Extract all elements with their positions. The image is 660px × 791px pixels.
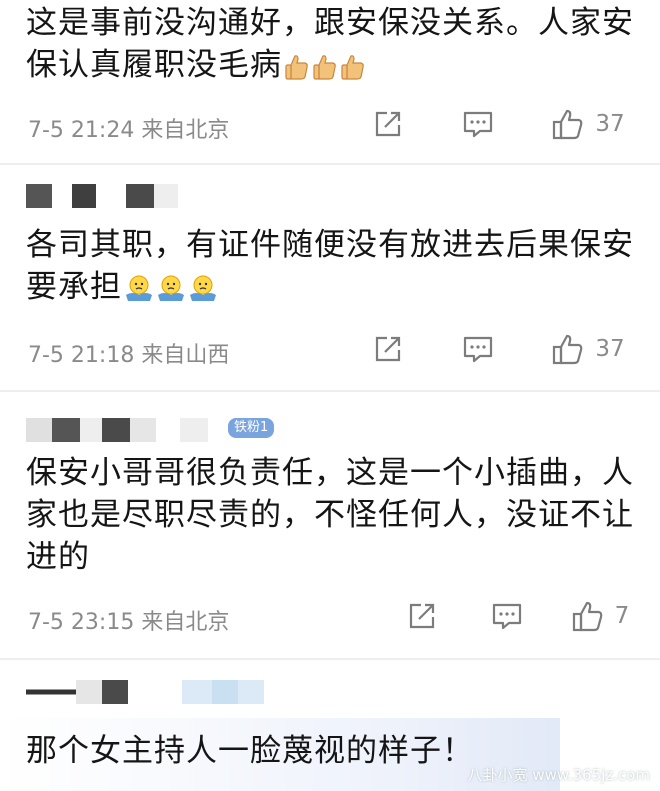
share-icon [409, 603, 435, 629]
thumbs-up-icon [284, 50, 310, 92]
comment-meta: 7-5 21:24 来自北京 [28, 118, 230, 143]
username-redacted [26, 680, 264, 704]
comment-button[interactable] [418, 109, 538, 139]
like-icon [553, 334, 583, 365]
comment-meta: 7-5 21:18 来自山西 [28, 343, 230, 368]
username-redacted [26, 184, 178, 208]
divider [0, 390, 660, 392]
share-button[interactable] [358, 109, 418, 139]
comment-icon [492, 603, 522, 630]
share-icon [375, 336, 401, 362]
comment-icon [463, 111, 493, 138]
share-button[interactable] [392, 601, 452, 631]
comment-button[interactable] [452, 601, 562, 631]
comment-text: 保安小哥哥很负责任，这是一个小插曲，人家也是尽职尽责的，不怪任何人，没证不让进的 [26, 455, 634, 575]
comment-meta: 7-5 23:15 来自北京 [28, 610, 230, 635]
like-count: 7 [614, 603, 630, 629]
like-count: 37 [595, 336, 625, 362]
like-button[interactable]: 37 [538, 333, 638, 365]
comment-actions: 7 [392, 598, 638, 634]
divider [0, 163, 660, 165]
thumbs-up-icon [340, 50, 366, 92]
fan-badge: 铁粉1 [228, 418, 275, 438]
comment-actions: 37 [358, 331, 638, 367]
username-redacted [26, 418, 208, 442]
divider [0, 658, 660, 660]
shrug-face-icon [124, 272, 154, 314]
comment-text: 这是事前没沟通好，跟安保没关系。人家安保认真履职没毛病 [26, 2, 636, 92]
thumbs-up-icon [312, 50, 338, 92]
like-icon [572, 601, 603, 632]
like-button[interactable]: 7 [562, 600, 638, 632]
comment-text: 各司其职，有证件随便没有放进去后果保安要承担 [26, 224, 636, 314]
comment-button[interactable] [418, 334, 538, 364]
share-button[interactable] [358, 334, 418, 364]
comment-actions: 37 [358, 106, 638, 142]
shrug-face-icon [156, 272, 186, 314]
share-icon [375, 111, 401, 137]
shrug-face-icon [188, 272, 218, 314]
like-count: 37 [595, 111, 625, 137]
like-button[interactable]: 37 [538, 108, 638, 140]
like-icon [553, 109, 583, 140]
comment-icon [463, 336, 493, 363]
watermark: 八卦小宽 www.365jz.com [467, 766, 650, 784]
